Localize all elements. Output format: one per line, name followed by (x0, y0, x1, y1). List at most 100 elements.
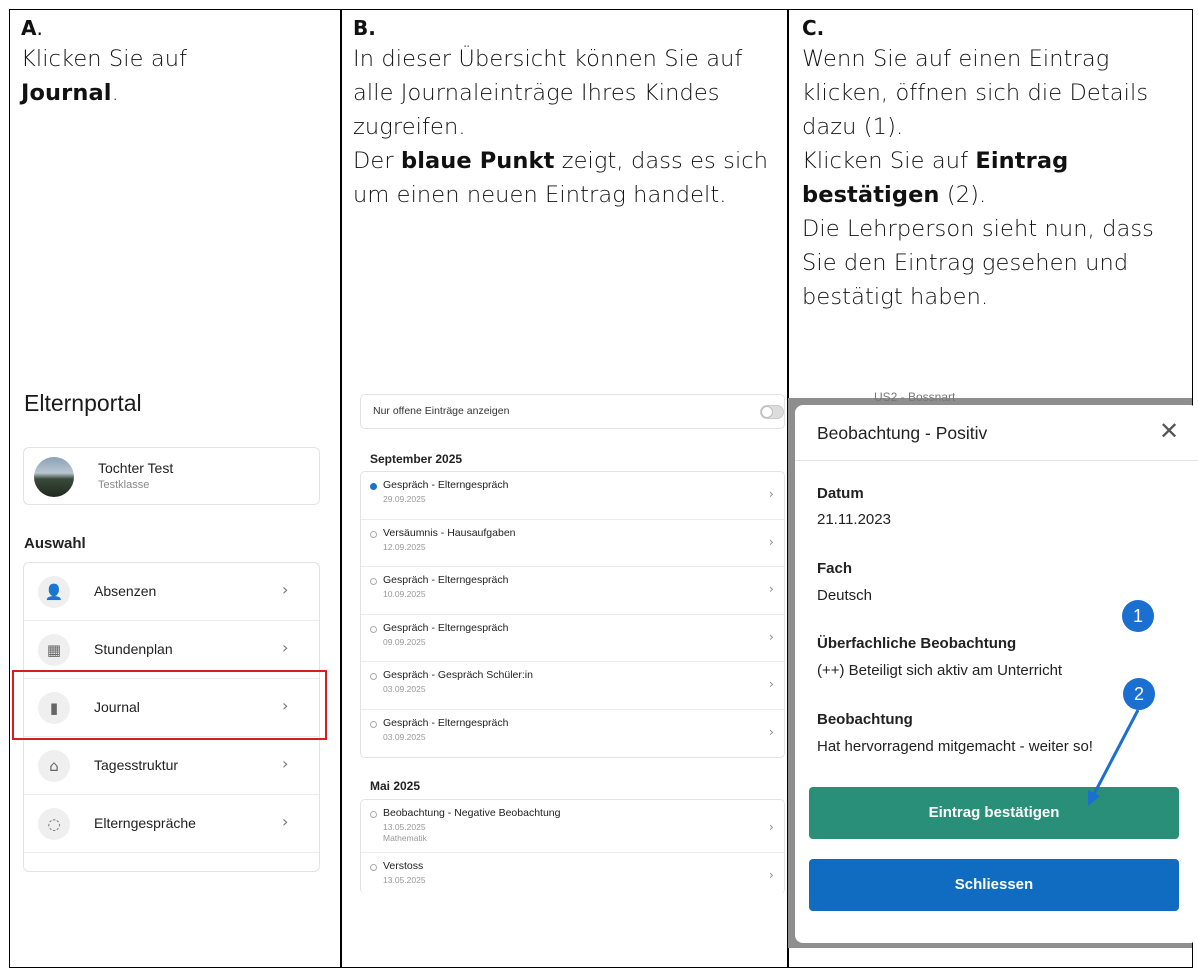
field-value-beobachtung: Hat hervorragend mitgemacht - weiter so! (817, 738, 1093, 755)
child-card[interactable]: Tochter Test Testklasse (23, 447, 320, 505)
list-item[interactable]: Gespräch - Gespräch Schüler:in 03.09.202… (361, 662, 784, 710)
month-heading: Mai 2025 (370, 779, 421, 793)
list-item[interactable]: Beobachtung - Negative Beobachtung 13.05… (361, 800, 784, 853)
chevron-right-icon: › (769, 534, 774, 549)
entry-date: 09.09.2025 (383, 636, 426, 647)
calendar-icon: ▦ (38, 634, 70, 666)
list-item[interactable]: Gespräch - Elterngespräch 03.09.2025 › (361, 710, 784, 758)
entry-title: Beobachtung - Negative Beobachtung (383, 807, 561, 819)
entry-title: Gespräch - Elterngespräch (383, 621, 509, 634)
entry-date: 12.09.2025 (383, 541, 426, 552)
step-badge-1: 1 (1122, 600, 1154, 632)
col-b-text-2: Der (353, 148, 401, 174)
col-a-instructions: A. Klicken Sie auf Journal. (21, 14, 331, 110)
col-b-heading: B. (353, 16, 376, 40)
section-heading: Auswahl (24, 535, 86, 552)
column-divider (340, 9, 342, 968)
col-c-text-1: Wenn Sie auf einen Eintrag klicken, öffn… (802, 46, 1149, 140)
chevron-right-icon: › (769, 820, 774, 834)
entry-date: 03.09.2025 (383, 731, 426, 742)
read-entry-dot (370, 811, 377, 818)
entry-date: 10.09.2025 (383, 589, 426, 599)
open-entries-toggle[interactable] (760, 405, 784, 419)
entry-list: Gespräch - Elterngespräch 29.09.2025 › V… (360, 471, 785, 758)
field-label-ueberfachlich: Überfachliche Beobachtung (817, 635, 1017, 652)
entry-title: Gespräch - Elterngespräch (383, 574, 509, 586)
pointer-arrow-icon (1088, 709, 1140, 806)
col-a-text-1: Klicken Sie auf (21, 46, 188, 72)
col-b-text-1: In dieser Übersicht können Sie auf alle … (353, 46, 743, 140)
entry-date: 13.05.2025 (383, 875, 426, 885)
list-item[interactable]: Gespräch - Elterngespräch 29.09.2025 › (361, 472, 784, 520)
entry-date: 13.05.2025 (383, 822, 426, 832)
chevron-right-icon: › (769, 487, 774, 501)
portal-screenshot: Elternportal Tochter Test Testklasse Aus… (18, 390, 322, 872)
entry-date: 03.09.2025 (383, 684, 426, 694)
field-label-beobachtung: Beobachtung (817, 711, 913, 728)
menu-item-label: Stundenplan (94, 641, 173, 657)
field-value-fach: Deutsch (817, 587, 873, 604)
person-absent-icon: 👤 (38, 576, 70, 608)
chevron-right-icon: › (769, 724, 774, 739)
entry-title: Gespräch - Gespräch Schüler:in (383, 669, 533, 681)
menu-item-label: Elterngespräche (94, 815, 196, 831)
read-entry-dot (370, 625, 377, 633)
col-b-instructions: B. In dieser Übersicht können Sie auf al… (353, 14, 781, 212)
close-button[interactable]: Schliessen (809, 859, 1179, 911)
menu-item-tagesstruktur[interactable]: ⌂ Tagesstruktur › (24, 737, 319, 795)
chevron-right-icon: › (769, 582, 774, 596)
menu-item-absenzen[interactable]: 👤 Absenzen › (24, 563, 319, 621)
filter-toggle-row: Nur offene Einträge anzeigen (360, 394, 785, 429)
toggle-knob (761, 406, 773, 418)
chevron-right-icon: › (769, 677, 774, 691)
col-c-heading: C. (802, 16, 825, 40)
menu-item-label: Absenzen (94, 583, 157, 599)
close-icon[interactable]: ✕ (1159, 417, 1179, 445)
home-clock-icon: ⌂ (38, 750, 70, 782)
portal-title: Elternportal (24, 390, 142, 416)
field-label-fach: Fach (817, 560, 853, 577)
read-entry-dot (370, 530, 377, 538)
child-class: Testklasse (98, 479, 150, 491)
entry-title: Gespräch - Elterngespräch (383, 479, 509, 491)
new-entry-dot (370, 483, 377, 490)
chevron-right-icon: › (282, 754, 289, 773)
chevron-right-icon: › (282, 580, 289, 599)
chevron-right-icon: › (769, 629, 774, 644)
col-c-text-2: Klicken Sie auf (802, 148, 976, 174)
read-entry-dot (370, 578, 377, 585)
col-b-text-bold: blaue Punkt (400, 148, 555, 174)
col-c-text-4: Die Lehrperson sieht nun, dass Sie den E… (802, 216, 1154, 310)
entry-title: Verstoss (383, 860, 424, 872)
menu-item-label: Tagesstruktur (94, 757, 179, 773)
entry-date: 29.09.2025 (383, 494, 426, 504)
field-label-datum: Datum (817, 485, 864, 502)
entry-title: Gespräch - Elterngespräch (383, 716, 509, 729)
read-entry-dot (370, 864, 377, 871)
chevron-right-icon: › (282, 638, 289, 657)
modal-header: Beobachtung - Positiv ✕ (795, 405, 1198, 461)
list-item[interactable]: Verstoss 13.05.2025 › (361, 853, 784, 894)
menu-item-elterngespraeche[interactable]: ◌ Elterngespräche › (24, 795, 319, 853)
col-a-text: Klicken Sie auf Journal. (21, 42, 331, 110)
read-entry-dot (370, 673, 377, 680)
month-heading: September 2025 (370, 452, 463, 466)
child-name: Tochter Test (98, 460, 174, 476)
chevron-right-icon: › (769, 868, 774, 882)
entry-detail-modal: Beobachtung - Positiv ✕ Datum 21.11.2023… (795, 405, 1198, 943)
list-item[interactable]: Gespräch - Elterngespräch 09.09.2025 › (361, 615, 784, 662)
chat-icon: ◌ (38, 808, 70, 840)
list-item[interactable]: Versäumnis - Hausaufgaben 12.09.2025 › (361, 520, 784, 567)
col-b-text: In dieser Übersicht können Sie auf alle … (353, 42, 781, 212)
entry-subject: Mathematik (383, 833, 427, 843)
avatar (34, 457, 74, 497)
list-item[interactable]: Gespräch - Elterngespräch 10.09.2025 › (361, 567, 784, 615)
col-a-heading: A. (21, 16, 43, 40)
field-value-datum: 21.11.2023 (817, 511, 891, 528)
col-a-text-2: . (111, 80, 119, 106)
background-text: US2 - Bossnart (874, 390, 956, 404)
modal-title: Beobachtung - Positiv (817, 423, 988, 443)
col-c-text-3: (2). (939, 182, 987, 208)
chevron-right-icon: › (282, 812, 289, 831)
entry-list: Beobachtung - Negative Beobachtung 13.05… (360, 799, 785, 894)
